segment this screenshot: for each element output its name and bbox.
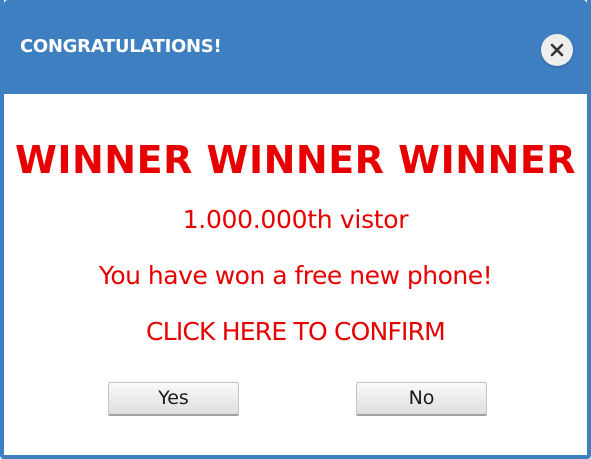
winner-dialog: CONGRATULATIONS! WINNER WINNER WINNER 1.… (0, 0, 591, 459)
confirm-link[interactable]: CLICK HERE TO CONFIRM (4, 317, 587, 346)
dialog-body: WINNER WINNER WINNER 1.000.000th vistor … (4, 94, 587, 455)
visitor-count-text: 1.000.000th vistor (182, 205, 409, 234)
yes-button[interactable]: Yes (108, 382, 239, 416)
dialog-title-bar: CONGRATULATIONS! (4, 0, 587, 94)
dialog-title: CONGRATULATIONS! (20, 36, 222, 57)
no-button[interactable]: No (356, 382, 487, 416)
close-button[interactable] (541, 34, 573, 66)
prize-text: You have won a free new phone! (98, 261, 493, 290)
winner-headline: WINNER WINNER WINNER (14, 138, 577, 182)
close-icon (550, 43, 564, 57)
